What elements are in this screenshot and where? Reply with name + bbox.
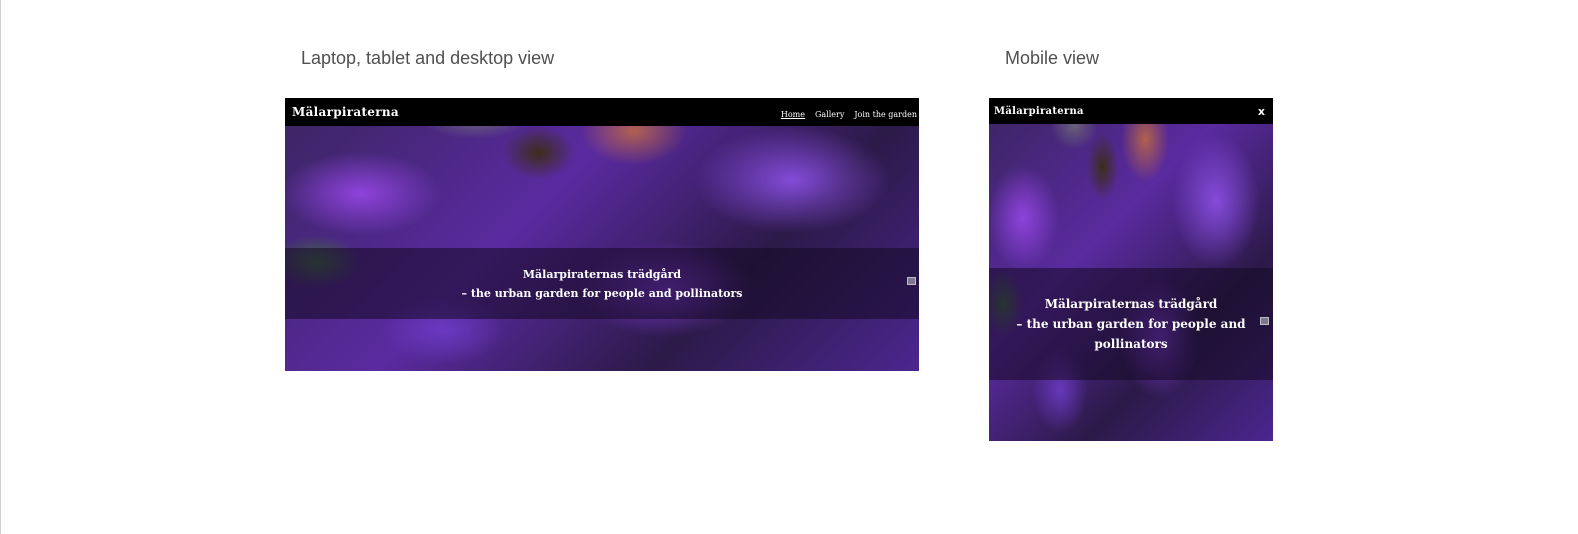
image-icon: [907, 277, 916, 285]
hero-subtitle-mobile-line1: – the urban garden for people and: [1016, 317, 1246, 331]
hero-caption-mobile: Mälarpiraternas trädgård – the urban gar…: [989, 268, 1273, 380]
hero-image: [285, 98, 919, 371]
nav-home-link[interactable]: Home: [781, 110, 805, 119]
navbar-mobile: Mälarpiraterna x: [989, 98, 1273, 124]
desktop-mockup: Mälarpiraterna Home Gallery Join the gar…: [285, 98, 919, 371]
brand-logo-mobile[interactable]: Mälarpiraterna: [994, 106, 1084, 117]
hero-subtitle: – the urban garden for people and pollin…: [461, 286, 743, 300]
desktop-view-label: Laptop, tablet and desktop view: [301, 48, 555, 68]
hero-subtitle-mobile-line2: pollinators: [1094, 337, 1168, 351]
hero-title-mobile: Mälarpiraternas trädgård: [1044, 297, 1218, 311]
mobile-view-label: Mobile view: [1005, 48, 1100, 68]
hero-caption: Mälarpiraternas trädgård – the urban gar…: [285, 248, 919, 319]
nav-links: Home Gallery Join the garden: [781, 110, 917, 119]
mobile-mockup: Mälarpiraterna x Mälarpiraternas trädgår…: [989, 98, 1273, 441]
navbar: Mälarpiraterna Home Gallery Join the gar…: [285, 98, 919, 126]
brand-logo[interactable]: Mälarpiraterna: [292, 105, 399, 119]
image-icon-mobile: [1260, 317, 1269, 325]
page-edge-divider: [0, 0, 1, 534]
nav-gallery-link[interactable]: Gallery: [815, 110, 844, 119]
nav-join-link[interactable]: Join the garden: [854, 110, 917, 119]
close-icon[interactable]: x: [1258, 105, 1265, 118]
hero-title: Mälarpiraternas trädgård: [522, 267, 682, 281]
